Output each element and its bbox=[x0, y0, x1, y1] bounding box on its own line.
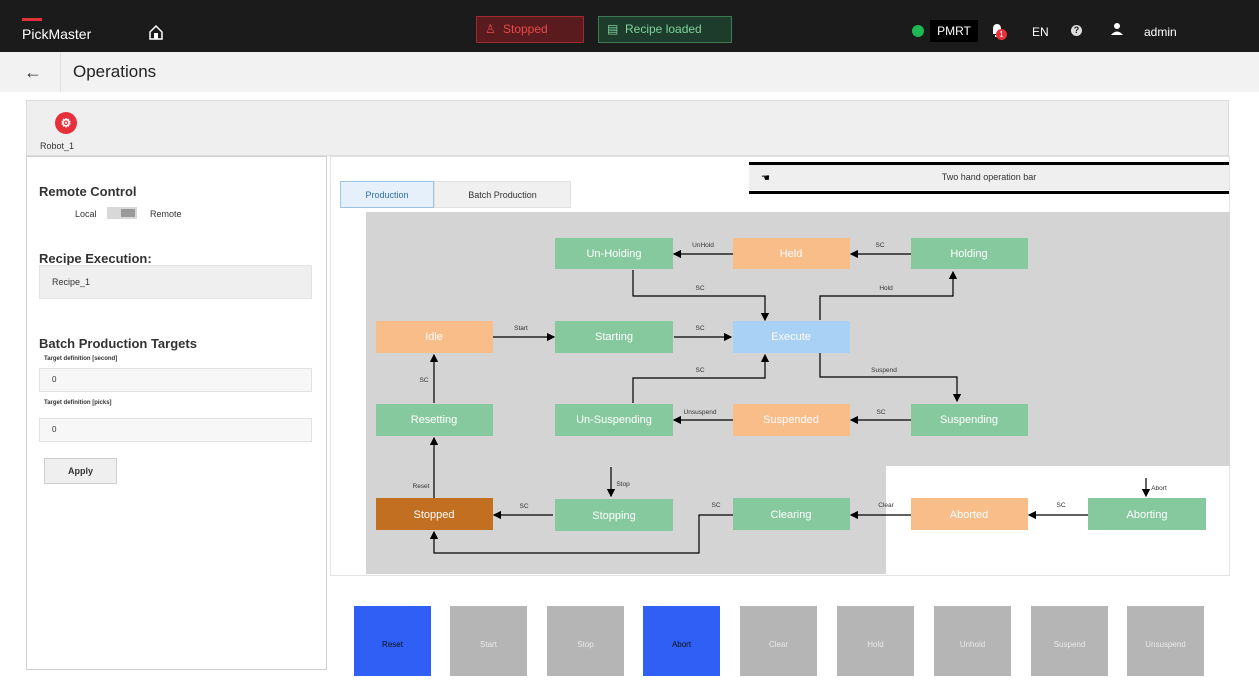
user-name[interactable]: admin bbox=[1144, 25, 1177, 39]
back-arrow-icon[interactable]: ← bbox=[24, 62, 42, 82]
app-brand: PickMaster bbox=[22, 26, 92, 42]
remote-control-heading: Remote Control bbox=[39, 184, 137, 199]
status-recipe-badge: ▤ Recipe loaded bbox=[598, 16, 732, 43]
stop-button[interactable]: Stop bbox=[547, 606, 624, 676]
remote-label: Remote bbox=[150, 209, 182, 219]
two-hand-bar-bottom-border bbox=[749, 191, 1229, 194]
brand-mark bbox=[22, 18, 42, 21]
target-second-input[interactable]: 0 bbox=[39, 368, 312, 392]
hold-button[interactable]: Hold bbox=[837, 606, 914, 676]
controller-name[interactable]: PMRT bbox=[930, 20, 978, 42]
top-bar: PickMaster ♙ Stopped ▤ Recipe loaded PMRT … bbox=[0, 0, 1259, 52]
status-stopped-label: Stopped bbox=[503, 22, 548, 36]
state-machine-panel: Production Batch Production Two hand ope… bbox=[330, 156, 1230, 576]
page-header: ← Operations bbox=[0, 52, 1259, 92]
notification-count-badge: 1 bbox=[996, 29, 1007, 40]
toggle-knob bbox=[121, 209, 135, 217]
suspend-button[interactable]: Suspend bbox=[1031, 606, 1108, 676]
left-control-panel: Remote Control Local Remote Recipe Execu… bbox=[26, 156, 327, 670]
divider bbox=[60, 52, 61, 92]
robot-selector-bar bbox=[26, 100, 1229, 156]
tab-production[interactable]: Production bbox=[340, 181, 434, 208]
status-stopped-badge: ♙ Stopped bbox=[476, 16, 584, 43]
status-recipe-label: Recipe loaded bbox=[625, 22, 702, 36]
home-icon[interactable] bbox=[148, 24, 164, 40]
clear-button[interactable]: Clear bbox=[740, 606, 817, 676]
unhold-button[interactable]: Unhold bbox=[934, 606, 1011, 676]
recipe-execution-heading: Recipe Execution: bbox=[39, 251, 152, 266]
target-second-label: Target definition [second] bbox=[44, 356, 118, 362]
target-picks-input[interactable]: 0 bbox=[39, 418, 312, 442]
abort-button[interactable]: Abort bbox=[643, 606, 720, 676]
robot-name[interactable]: Robot_1 bbox=[40, 141, 74, 151]
batch-targets-heading: Batch Production Targets bbox=[39, 336, 197, 351]
language-selector[interactable]: EN bbox=[1032, 25, 1049, 39]
tab-batch-production[interactable]: Batch Production bbox=[434, 181, 571, 208]
start-button[interactable]: Start bbox=[450, 606, 527, 676]
apply-button[interactable]: Apply bbox=[44, 458, 117, 484]
hand-pointer-icon: ☚ bbox=[761, 173, 770, 184]
reset-button[interactable]: Reset bbox=[354, 606, 431, 676]
page-title: Operations bbox=[73, 62, 157, 81]
robot-arm-icon: ♙ bbox=[485, 22, 496, 36]
help-icon[interactable]: ? bbox=[1071, 25, 1082, 36]
recipe-field[interactable]: Recipe_1 bbox=[39, 265, 312, 299]
local-label: Local bbox=[75, 209, 97, 219]
command-button-row: Reset Start Stop Abort Clear Hold Unhold… bbox=[354, 606, 1234, 676]
remote-toggle[interactable] bbox=[107, 207, 137, 219]
target-picks-label: Target definition [picks] bbox=[44, 400, 112, 406]
two-hand-operation-bar[interactable]: Two hand operation bar bbox=[749, 165, 1229, 190]
connection-status-dot bbox=[912, 25, 924, 37]
recipe-icon: ▤ bbox=[607, 22, 619, 36]
unsuspend-button[interactable]: Unsuspend bbox=[1127, 606, 1204, 676]
user-icon[interactable] bbox=[1110, 22, 1124, 36]
robot-icon[interactable]: ⚙ bbox=[55, 112, 77, 134]
